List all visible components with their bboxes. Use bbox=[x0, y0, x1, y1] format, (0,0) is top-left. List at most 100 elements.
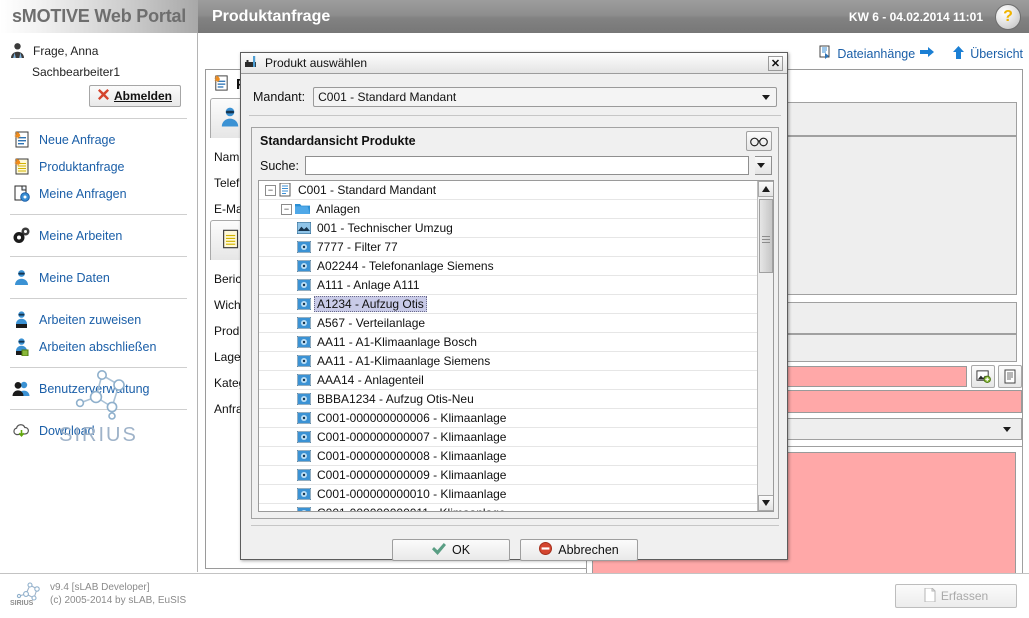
tree-row[interactable]: C001-000000000010 - Klimaanlage bbox=[259, 485, 758, 504]
submit-label: Erfassen bbox=[940, 589, 989, 603]
search-input-field[interactable] bbox=[305, 157, 748, 174]
calendar-week-clock: KW 6 - 04.02.2014 11:01 bbox=[848, 9, 983, 24]
sirius-footer-logo-icon: SIRIUS bbox=[10, 581, 42, 610]
divider bbox=[10, 214, 187, 215]
mandant-select[interactable]: C001 - Standard Mandant bbox=[313, 87, 777, 107]
user-role: Sachbearbeiter1 bbox=[32, 65, 121, 79]
tree-row[interactable]: BBBA1234 - Aufzug Otis-Neu bbox=[259, 390, 758, 409]
tree-row-label: C001-000000000007 - Klimaanlage bbox=[317, 430, 507, 444]
sidebar-item-neue-anfrage[interactable]: Neue Anfrage bbox=[0, 126, 197, 153]
tree-row[interactable]: A02244 - Telefonanlage Siemens bbox=[259, 257, 758, 276]
produkt-picker-button[interactable] bbox=[971, 365, 995, 388]
scroll-thumb[interactable] bbox=[759, 199, 773, 273]
tree-row[interactable]: C001-000000000008 - Klimaanlage bbox=[259, 447, 758, 466]
product-view-panel: Standardansicht Produkte Suche: − C001 - … bbox=[251, 127, 779, 519]
scroll-up-button[interactable] bbox=[758, 181, 773, 197]
asset-icon bbox=[297, 355, 311, 367]
tree-row[interactable]: − Anlagen bbox=[259, 200, 758, 219]
document-icon bbox=[279, 183, 292, 197]
tree-row-label: C001-000000000009 - Klimaanlage bbox=[317, 468, 507, 482]
divider bbox=[251, 525, 779, 526]
search-dropdown-button[interactable] bbox=[755, 156, 772, 175]
tree-row[interactable]: C001-000000000007 - Klimaanlage bbox=[259, 428, 758, 447]
mandant-label: Mandant: bbox=[253, 90, 306, 104]
tree-scrollbar[interactable] bbox=[757, 181, 773, 511]
overview-link[interactable]: Übersicht bbox=[952, 45, 1023, 62]
sirius-graph-icon bbox=[75, 370, 125, 420]
ok-button[interactable]: OK bbox=[392, 539, 510, 561]
tree-row[interactable]: A111 - Anlage A111 bbox=[259, 276, 758, 295]
logout-button[interactable]: Abmelden bbox=[88, 85, 181, 107]
dialog-title: Produkt auswählen bbox=[265, 56, 368, 70]
search-label: Suche: bbox=[260, 158, 299, 173]
sidebar-item-meine-anfragen[interactable]: Meine Anfragen bbox=[0, 180, 197, 207]
search-input[interactable] bbox=[304, 156, 749, 175]
sidebar-item-label: Produktanfrage bbox=[39, 159, 125, 174]
tree-row[interactable]: A1234 - Aufzug Otis bbox=[259, 295, 758, 314]
asset-icon bbox=[297, 260, 311, 272]
sirius-logo: SIRIUS bbox=[0, 363, 197, 447]
question-mark-icon: ? bbox=[1003, 8, 1013, 25]
sidebar-item-arbeiten-abschliessen[interactable]: Arbeiten abschließen bbox=[0, 333, 197, 360]
tree-row[interactable]: C001-000000000011 - Klimaanlage bbox=[259, 504, 758, 511]
help-button[interactable]: ? bbox=[995, 4, 1021, 30]
tree-expander-icon[interactable]: − bbox=[281, 203, 292, 215]
complete-work-icon bbox=[12, 337, 31, 357]
asset-icon bbox=[297, 450, 311, 462]
cancel-icon bbox=[539, 542, 553, 558]
glasses-icon[interactable] bbox=[746, 131, 772, 151]
details-document-icon bbox=[219, 228, 241, 253]
tree-row[interactable]: AAA14 - Anlagenteil bbox=[259, 371, 758, 390]
sidebar-item-label: Arbeiten abschließen bbox=[39, 339, 157, 354]
grip-icon bbox=[762, 235, 770, 237]
attachments-link[interactable]: Dateianhänge bbox=[818, 45, 935, 62]
mandant-value: C001 - Standard Mandant bbox=[318, 90, 457, 104]
asset-icon bbox=[297, 336, 311, 348]
tree-row[interactable]: 7777 - Filter 77 bbox=[259, 238, 758, 257]
tree-row[interactable]: C001-000000000009 - Klimaanlage bbox=[259, 466, 758, 485]
tree-row-label: C001 - Standard Mandant bbox=[298, 183, 437, 197]
produkt-list-button[interactable] bbox=[998, 365, 1022, 388]
search-row: Suche: bbox=[260, 156, 772, 175]
triangle-up-icon bbox=[762, 186, 770, 192]
divider bbox=[249, 115, 781, 116]
asset-icon bbox=[297, 469, 311, 481]
cancel-label: Abbrechen bbox=[558, 543, 619, 557]
submit-document-icon bbox=[924, 587, 936, 605]
list-document-icon bbox=[1004, 369, 1016, 384]
product-select-dialog: Produkt auswählen ✕ Mandant: C001 - Stan… bbox=[240, 52, 788, 561]
tree-row-label: A111 - Anlage A111 bbox=[317, 278, 420, 292]
sidebar-item-arbeiten-zuweisen[interactable]: Arbeiten zuweisen bbox=[0, 306, 197, 333]
chevron-down-icon bbox=[762, 94, 770, 100]
sidebar-item-label: Meine Daten bbox=[39, 270, 110, 285]
sidebar-item-produktanfrage[interactable]: Produktanfrage bbox=[0, 153, 197, 180]
sidebar-item-meine-daten[interactable]: Meine Daten bbox=[0, 264, 197, 291]
tree-row-label: Anlagen bbox=[316, 202, 361, 216]
cancel-button[interactable]: Abbrechen bbox=[520, 539, 638, 561]
divider bbox=[10, 298, 187, 299]
divider bbox=[10, 118, 187, 119]
close-icon[interactable]: ✕ bbox=[768, 55, 783, 71]
tree-row[interactable]: AA11 - A1-Klimaanlage Bosch bbox=[259, 333, 758, 352]
product-tree: − C001 - Standard Mandant − Anlagen 001 - Te… bbox=[258, 180, 774, 512]
mandant-row: Mandant: C001 - Standard Mandant bbox=[247, 79, 783, 115]
sidebar-item-meine-arbeiten[interactable]: Meine Arbeiten bbox=[0, 222, 197, 249]
top-header-bar: sMOTIVE Web Portal Produktanfrage KW 6 -… bbox=[0, 0, 1029, 33]
assign-work-icon bbox=[12, 310, 31, 329]
product-tree-list[interactable]: − C001 - Standard Mandant − Anlagen 001 - Te… bbox=[259, 181, 758, 511]
user-block: Frage, Anna Sachbearbeiter1 Abmelden bbox=[0, 33, 197, 111]
submit-button[interactable]: Erfassen bbox=[895, 584, 1017, 608]
tree-expander-icon[interactable]: − bbox=[265, 184, 276, 196]
tree-row[interactable]: A567 - Verteilanlage bbox=[259, 314, 758, 333]
tree-row[interactable]: C001-000000000006 - Klimaanlage bbox=[259, 409, 758, 428]
page-title: Produktanfrage bbox=[212, 7, 331, 25]
content-toolbar: Dateianhänge Übersicht bbox=[818, 45, 1023, 62]
sidebar-item-label: Meine Arbeiten bbox=[39, 228, 123, 243]
folder-icon bbox=[295, 203, 310, 215]
scroll-down-button[interactable] bbox=[758, 495, 773, 511]
tree-row-label: BBBA1234 - Aufzug Otis-Neu bbox=[317, 392, 474, 406]
tree-row[interactable]: 001 - Technischer Umzug bbox=[259, 219, 758, 238]
tree-row[interactable]: AA11 - A1-Klimaanlage Siemens bbox=[259, 352, 758, 371]
arrow-right-icon bbox=[920, 46, 935, 61]
tree-row[interactable]: − C001 - Standard Mandant bbox=[259, 181, 758, 200]
